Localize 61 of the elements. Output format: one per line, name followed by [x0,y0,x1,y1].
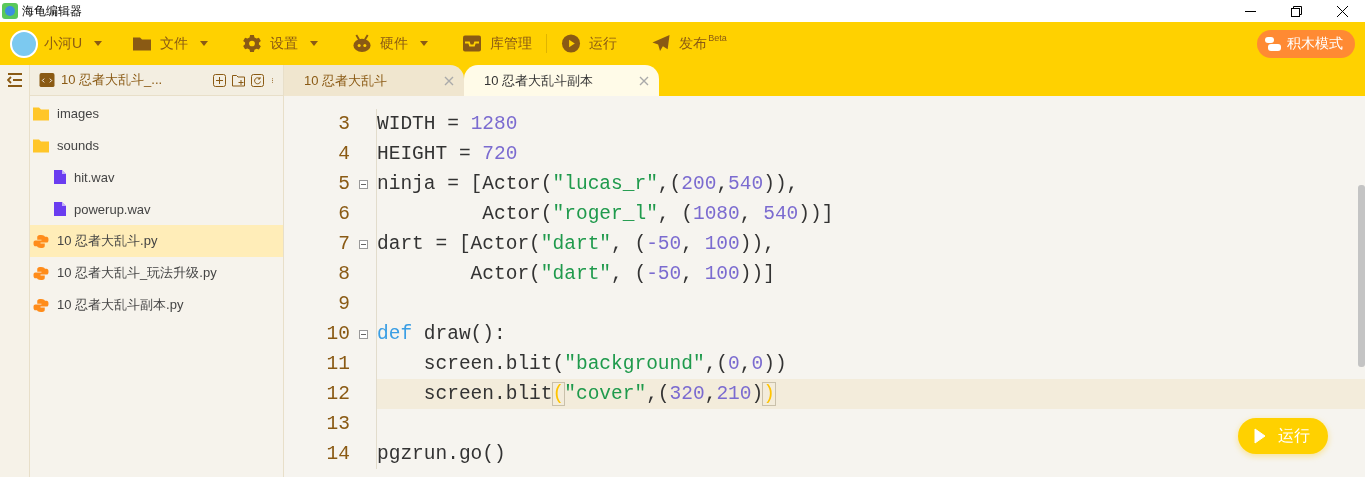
new-file-icon[interactable] [213,73,226,87]
line-number: 8 [337,263,350,285]
line-number: 14 [325,443,350,465]
toolbar-menu[interactable]: 库管理 [462,34,533,53]
close-icon[interactable] [1336,5,1348,17]
line-number: 5 [337,173,350,195]
line-number: 13 [325,413,350,435]
settings-icon [242,34,263,53]
fold-icon[interactable] [358,179,368,189]
folder-icon [33,137,49,153]
caret-icon [420,41,429,46]
menu-icon[interactable] [6,72,23,88]
restore-icon[interactable] [1290,5,1302,17]
file-icon [54,170,66,184]
file-tree-item[interactable]: images [30,97,283,129]
editor-tab[interactable]: 10 忍者大乱斗 [284,65,464,96]
fold-icon[interactable] [358,239,368,249]
app-logo-icon [2,3,18,19]
play-icon [561,34,582,53]
project-name: 10 忍者大乱斗_... [61,71,164,89]
scrollbar[interactable] [1358,185,1365,367]
line-number: 10 [325,323,350,345]
code-line: HEIGHT = 720 [376,139,1365,169]
toolbar-menu[interactable]: 运行 [546,34,618,53]
python-icon [33,265,49,281]
new-folder-icon[interactable] [232,73,245,87]
line-number: 4 [337,143,350,165]
file-tree-item[interactable]: powerup.wav [30,193,283,225]
file-icon [54,202,66,216]
send-icon [651,34,672,53]
user-menu[interactable]: 小河U [44,34,103,53]
line-number: 12 [325,383,350,405]
editor-tab[interactable]: 10 忍者大乱斗副本 [464,65,659,96]
file-tree-item[interactable]: hit.wav [30,161,283,193]
robot-icon [352,34,373,53]
code-file-icon [39,72,55,88]
refresh-icon[interactable] [251,73,264,87]
inbox-icon [462,34,483,53]
caret-icon [94,41,103,46]
line-number: 7 [337,233,350,255]
code-line: WIDTH = 1280 [376,109,1365,139]
python-icon [33,297,49,313]
play-icon [1254,428,1266,444]
file-tree-item[interactable]: sounds [30,129,283,161]
caret-icon [200,41,209,46]
file-tree-item[interactable]: 10 忍者大乱斗_玩法升级.py [30,257,283,289]
file-tree-item[interactable]: 10 忍者大乱斗.py [30,225,283,257]
toolbar-menu[interactable]: 设置 [242,34,319,53]
caret-icon [310,41,319,46]
python-icon [33,233,49,249]
toolbar-menu[interactable]: 文件 [132,34,209,53]
folder-icon [33,105,49,121]
file-tree-item[interactable]: 10 忍者大乱斗副本.py [30,289,283,321]
window-title: 海龟编辑器 [22,2,82,20]
toolbar-menu[interactable]: 硬件 [352,34,429,53]
line-number: 11 [325,353,350,375]
fold-icon[interactable] [358,329,368,339]
line-number: 3 [337,113,350,135]
line-number: 9 [337,293,350,315]
line-number: 6 [337,203,350,225]
blocks-icon [1265,36,1281,51]
